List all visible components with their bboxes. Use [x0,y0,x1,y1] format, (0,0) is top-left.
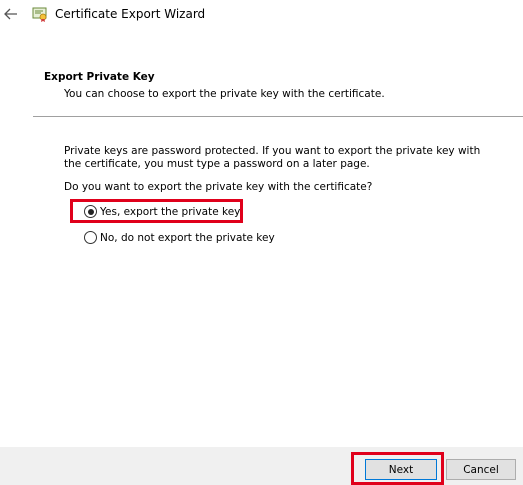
window-title: Certificate Export Wizard [55,7,206,21]
radio-yes-label[interactable]: Yes, export the private key [100,206,240,218]
back-button[interactable] [2,5,20,23]
page-subheading: You can choose to export the private key… [64,88,385,100]
radio-no-export[interactable]: No, do not export the private key [84,231,275,244]
radio-selected-icon[interactable] [84,205,97,218]
next-button[interactable]: Next [365,459,437,480]
radio-unselected-icon[interactable] [84,231,97,244]
description-text: Private keys are password protected. If … [64,145,481,170]
page-heading: Export Private Key [44,71,155,83]
arrow-left-icon [4,8,17,20]
footer-bar [0,447,523,485]
question-text: Do you want to export the private key wi… [64,181,373,193]
title-bar: Certificate Export Wizard [0,0,523,30]
certificate-icon [31,5,49,23]
cancel-button[interactable]: Cancel [446,459,516,480]
header-separator [33,116,523,117]
radio-no-label[interactable]: No, do not export the private key [100,232,275,244]
radio-yes-export[interactable]: Yes, export the private key [84,205,240,218]
